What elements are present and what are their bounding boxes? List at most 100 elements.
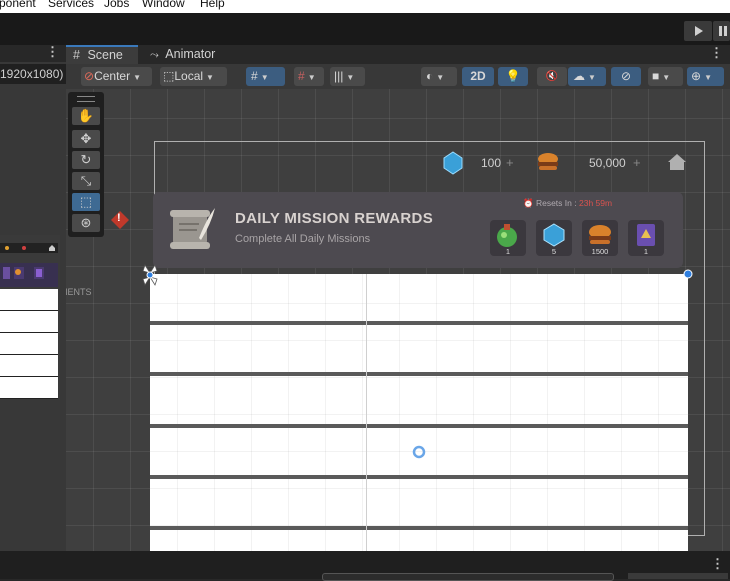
tab-animator[interactable]: ⤳ Animator bbox=[150, 45, 215, 64]
alert-symbol: ! bbox=[117, 212, 121, 224]
burger-icon bbox=[538, 153, 558, 170]
scale-tool[interactable]: ⤡ bbox=[72, 172, 100, 190]
menu-services[interactable]: Services bbox=[48, 0, 94, 10]
search-field[interactable] bbox=[322, 573, 614, 581]
game-preview bbox=[0, 235, 60, 400]
row-divider bbox=[150, 526, 688, 530]
tab-animator-label: Animator bbox=[165, 47, 216, 61]
reward-item[interactable]: 1 bbox=[490, 220, 526, 256]
reset-timer: ⏰ Resets In : 23h 59m bbox=[523, 198, 612, 209]
anchor-handle-icon[interactable] bbox=[138, 263, 162, 287]
reward-count: 1500 bbox=[591, 247, 609, 256]
chevron-down-icon: ▼ bbox=[662, 73, 671, 82]
game-preview-thumbnail bbox=[0, 235, 60, 400]
chevron-down-icon: ▼ bbox=[133, 73, 142, 82]
reward-count: 5 bbox=[551, 247, 557, 256]
editor-tab-bar: # Scene ⤳ Animator ⋮ bbox=[66, 45, 730, 64]
camera-dropdown[interactable]: ■ ▼ bbox=[648, 67, 683, 86]
menu-bar: ponent Services Jobs Window Help bbox=[0, 0, 730, 13]
rotate-tool[interactable]: ↻ bbox=[72, 151, 100, 169]
bottom-toolbar-buttons[interactable] bbox=[628, 573, 728, 579]
audio-mute-icon: 🔇 bbox=[545, 71, 559, 82]
reset-time: 23h 59m bbox=[578, 198, 613, 208]
grid-snap-toggle[interactable]: # ▼ bbox=[246, 67, 285, 86]
hand-icon: ✋ bbox=[77, 108, 95, 123]
effects-dropdown[interactable]: ☁ ▼ bbox=[568, 67, 606, 86]
resolution-label: 1920x1080) bbox=[0, 67, 64, 81]
rect-tool[interactable]: ⬚ bbox=[72, 193, 100, 211]
hash-grid-icon: # bbox=[73, 48, 80, 62]
pivot-center-dropdown[interactable]: ⊘Center ▼ bbox=[81, 67, 152, 86]
tab-scene[interactable]: # Scene bbox=[66, 45, 138, 64]
reward-item[interactable]: 1 bbox=[628, 220, 664, 256]
eye-hidden-icon: ⊘ bbox=[620, 69, 632, 83]
menu-window[interactable]: Window bbox=[142, 0, 185, 10]
ruler-toggle[interactable]: ||| ▼ bbox=[330, 67, 365, 86]
menu-jobs[interactable]: Jobs bbox=[104, 0, 129, 10]
pause-icon bbox=[719, 26, 727, 36]
main-toolbar bbox=[0, 13, 730, 45]
gems-add-button[interactable]: + bbox=[506, 155, 514, 170]
tab-scene-label: Scene bbox=[87, 48, 123, 62]
move-tool[interactable]: ✥ bbox=[72, 130, 100, 148]
kebab-menu-icon[interactable]: ⋮ bbox=[46, 45, 59, 58]
gizmos-dropdown[interactable]: ⊕ ▼ bbox=[687, 67, 724, 86]
game-view-panel: ⋮ 1920x1080) bbox=[0, 45, 66, 551]
scene-view[interactable]: ons 100 + 50,000 + MENTS ! DAILY MISSION… bbox=[66, 89, 730, 551]
gems-value: 100 bbox=[481, 156, 502, 170]
chevron-down-icon: ▼ bbox=[588, 73, 596, 82]
gem-icon bbox=[443, 151, 463, 175]
pivot-label: Center bbox=[94, 69, 131, 83]
scale-icon: ⤡ bbox=[80, 173, 92, 188]
increment-snap-toggle[interactable]: # ▼ bbox=[294, 67, 324, 86]
game-view-header: ⋮ bbox=[0, 45, 66, 62]
clock-icon: ⏰ bbox=[523, 198, 534, 208]
space-local-dropdown[interactable]: ⬚Local ▼ bbox=[160, 67, 227, 86]
audio-toggle[interactable]: 🔇 bbox=[537, 67, 567, 86]
scroll-quill-icon bbox=[170, 208, 215, 249]
bottom-panel-header: ⋮ bbox=[0, 551, 730, 581]
row-divider bbox=[150, 372, 688, 376]
row-divider bbox=[150, 321, 688, 325]
reward-count: 1 bbox=[505, 247, 511, 256]
reward-subtitle: Complete All Daily Missions bbox=[235, 233, 371, 245]
shading-mode-dropdown[interactable]: ◐ ▼ bbox=[421, 67, 457, 86]
pivot-circle-icon[interactable] bbox=[412, 445, 426, 459]
reward-item[interactable]: 1500 bbox=[582, 220, 618, 256]
kebab-menu-icon[interactable]: ⋮ bbox=[710, 46, 723, 59]
pause-button[interactable] bbox=[713, 21, 730, 41]
row-divider bbox=[150, 424, 688, 428]
chevron-down-icon: ▼ bbox=[346, 73, 355, 82]
tools-overlay: ✋ ✥ ↻ ⤡ ⬚ ⊛ bbox=[68, 92, 104, 237]
pivot-icon: ⊘ bbox=[84, 69, 95, 83]
space-label: Local bbox=[174, 69, 204, 83]
side-menu-label: MENTS bbox=[66, 287, 92, 297]
lighting-toggle[interactable]: 💡 bbox=[498, 67, 528, 86]
kebab-menu-icon[interactable]: ⋮ bbox=[711, 557, 724, 570]
menu-help[interactable]: Help bbox=[200, 0, 225, 10]
play-button[interactable] bbox=[684, 21, 712, 41]
rect-transform-icon: ⬚ bbox=[79, 194, 93, 209]
rotate-icon: ↻ bbox=[80, 152, 92, 167]
reset-label: Resets In : bbox=[535, 198, 577, 208]
burger-icon bbox=[589, 225, 611, 244]
gizmo-globe-icon: ⊕ bbox=[691, 69, 702, 83]
coins-add-button[interactable]: + bbox=[633, 155, 641, 170]
menu-component[interactable]: ponent bbox=[0, 0, 36, 10]
drag-handle[interactable] bbox=[77, 96, 95, 102]
center-guide bbox=[366, 274, 367, 551]
reward-count: 1 bbox=[643, 247, 649, 256]
row-divider bbox=[150, 475, 688, 479]
resize-handle-icon[interactable] bbox=[682, 268, 694, 280]
visibility-toggle[interactable]: ⊘ bbox=[611, 67, 641, 86]
transform-tool[interactable]: ⊛ bbox=[72, 214, 100, 232]
toggle-2d-button[interactable]: 2D bbox=[462, 67, 494, 86]
resolution-dropdown[interactable]: 1920x1080) bbox=[0, 64, 66, 84]
home-icon[interactable] bbox=[667, 152, 687, 172]
hand-tool[interactable]: ✋ bbox=[72, 107, 100, 125]
chevron-down-icon: ▼ bbox=[704, 73, 712, 82]
mission-list-panel[interactable] bbox=[150, 274, 688, 551]
reward-item[interactable]: 5 bbox=[536, 220, 572, 256]
chevron-down-icon: ▼ bbox=[260, 73, 269, 82]
transform-icon: ⊛ bbox=[80, 215, 92, 230]
